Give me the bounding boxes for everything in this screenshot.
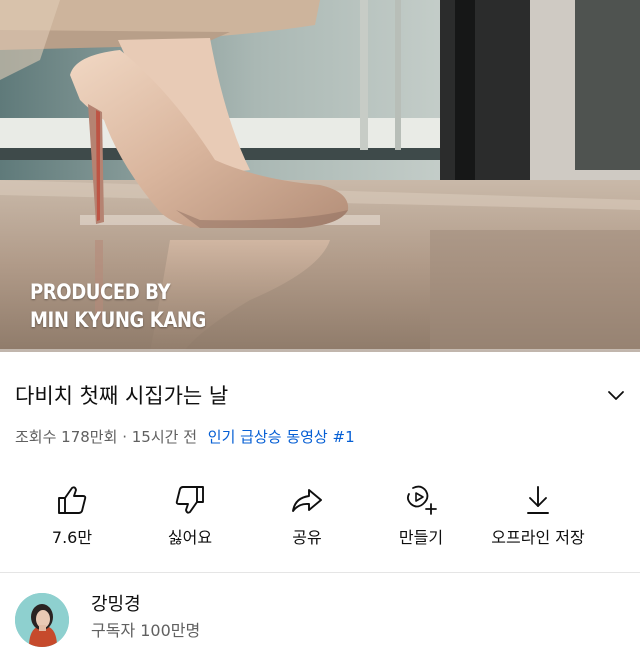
like-button[interactable]: 7.6만 <box>12 474 132 556</box>
channel-name[interactable]: 강밍경 <box>91 592 141 618</box>
dislike-label: 싫어요 <box>167 528 213 547</box>
upload-age: 15시간 전 <box>131 428 198 446</box>
title-row: 다비치 첫째 시집가는 날 <box>0 352 640 412</box>
thumbs-down-icon <box>175 486 204 514</box>
video-title: 다비치 첫째 시집가는 날 <box>15 384 229 408</box>
create-icon <box>406 485 437 515</box>
share-button[interactable]: 공유 <box>247 474 367 556</box>
thumbs-up-icon <box>58 486 87 514</box>
chevron-down-icon <box>608 391 624 400</box>
download-button[interactable]: 오프라인 저장 <box>478 474 598 556</box>
subscriber-count: 구독자 100만명 <box>91 621 201 640</box>
expand-description-button[interactable] <box>602 382 630 410</box>
channel-row[interactable]: 강밍경 구독자 100만명 <box>0 573 640 665</box>
create-button[interactable]: 만들기 <box>361 474 481 556</box>
overlay-line-2: MIN KYUNG KANG <box>30 308 206 332</box>
avatar-image <box>15 593 69 647</box>
channel-avatar[interactable] <box>15 593 69 647</box>
overlay-line-1: PRODUCED BY <box>30 280 171 304</box>
dislike-button[interactable]: 싫어요 <box>130 474 250 556</box>
create-label: 만들기 <box>398 528 444 547</box>
meta-separator: · <box>122 428 127 446</box>
video-metadata: 조회수 178만회 · 15시간 전 인기 급상승 동영상 #1 <box>15 424 355 450</box>
video-overlay-caption: PRODUCED BY MIN KYUNG KANG <box>30 278 206 334</box>
video-player[interactable]: PRODUCED BY MIN KYUNG KANG <box>0 0 640 352</box>
share-icon <box>292 489 322 512</box>
view-count: 조회수 178만회 <box>15 428 118 446</box>
like-count: 7.6만 <box>51 528 93 547</box>
download-label: 오프라인 저장 <box>491 528 585 547</box>
trending-link[interactable]: 인기 급상승 동영상 #1 <box>208 428 355 446</box>
share-label: 공유 <box>292 528 322 547</box>
download-icon <box>527 486 549 514</box>
action-bar: 7.6만 싫어요 공유 만들기 오프라인 저장 <box>0 474 640 556</box>
